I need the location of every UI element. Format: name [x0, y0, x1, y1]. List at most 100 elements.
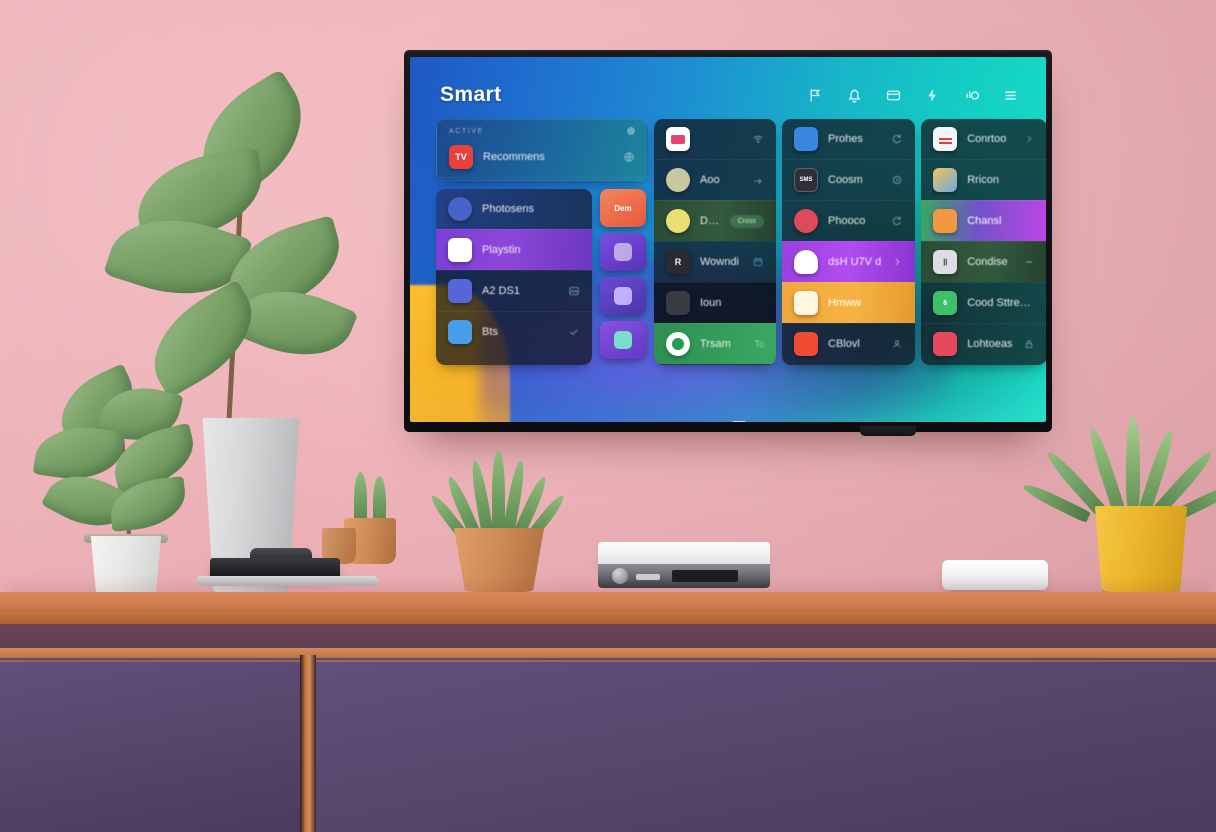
room-scene: Smart ACTIVE TV Recommens Photosens Play… — [0, 0, 1216, 832]
list-item[interactable]: 6 Cood Sttreeho — [921, 282, 1046, 323]
tv-screen[interactable]: Smart ACTIVE TV Recommens Photosens Play… — [410, 57, 1046, 422]
list-item-label: Coosm — [828, 174, 863, 186]
refresh-icon — [891, 133, 903, 145]
list-item[interactable]: Ioun — [654, 282, 776, 323]
media-player-tray — [196, 576, 378, 586]
tile-column: Dem — [600, 189, 648, 365]
list-panel-b[interactable]: Aoo DPS Cross — [654, 119, 776, 365]
list-panel-d[interactable]: Conrtoo Rricon Chansl || Condise 6 Cood … — [921, 119, 1046, 365]
user-icon — [891, 338, 903, 350]
list-item[interactable]: A2 DS1 — [436, 270, 592, 311]
app-tile[interactable] — [600, 321, 646, 359]
secondary-panel[interactable]: Photosens Playstin A2 DS1 Bts — [436, 189, 592, 365]
app-icon — [794, 250, 818, 274]
list-item-label: DPS — [700, 215, 720, 227]
list-item[interactable]: || Condise — [921, 241, 1046, 282]
app-icon — [933, 168, 958, 192]
row-trailing — [891, 215, 903, 227]
status-badge: Cross — [729, 214, 764, 228]
brand-title: Smart — [440, 83, 502, 106]
cabinet-door-right[interactable] — [316, 660, 1216, 832]
signal-icon[interactable] — [962, 87, 981, 104]
list-item-label: CBlovl — [828, 338, 860, 350]
white-router[interactable] — [942, 560, 1048, 590]
chevron-right-icon — [1023, 133, 1035, 145]
menu-icon[interactable] — [1001, 87, 1020, 104]
app-tile[interactable] — [600, 277, 646, 315]
app-icon — [933, 209, 958, 233]
app-icon — [933, 127, 958, 151]
app-icon: R — [666, 250, 690, 274]
list-item[interactable]: Remote 27/06 — [437, 177, 647, 180]
chevron-right-icon — [891, 256, 903, 268]
dashboard-columns: ACTIVE TV Recommens Photosens Playstin A… — [410, 107, 1046, 365]
list-item-label: dsH U7V d — [828, 256, 882, 268]
list-item[interactable]: Aoo — [654, 159, 776, 200]
app-tile[interactable] — [600, 233, 646, 271]
list-item[interactable]: R Wowndi — [654, 241, 776, 282]
list-item[interactable]: Trsam To — [654, 323, 776, 364]
secondary-area: Photosens Playstin A2 DS1 Bts Dem — [436, 189, 648, 365]
column-primary: ACTIVE TV Recommens Photosens Playstin A… — [436, 119, 648, 365]
set-top-box-power-knob[interactable] — [612, 568, 628, 584]
list-item[interactable]: G Fby — [654, 364, 776, 365]
header-icon-group — [806, 87, 1020, 104]
row-trailing: To — [754, 339, 764, 349]
list-item[interactable]: Playstin — [436, 229, 592, 270]
set-top-box-usb-port — [636, 574, 660, 580]
list-item-label: Wowndi — [700, 256, 739, 268]
list-item[interactable]: dsH U7V d — [782, 241, 916, 282]
tile-glyph-icon — [614, 287, 632, 305]
smart-tv[interactable]: Smart ACTIVE TV Recommens Photosens Play… — [404, 50, 1052, 432]
cabinet-door-left[interactable] — [0, 660, 300, 832]
row-trailing — [568, 326, 580, 338]
app-icon: TV — [449, 145, 473, 169]
primary-panel[interactable]: ACTIVE TV Recommens — [436, 119, 648, 181]
list-item[interactable]: Rricon — [921, 159, 1046, 200]
primary-panel-title: ACTIVE — [449, 127, 484, 135]
arrow-icon — [752, 174, 764, 186]
lock-icon — [1023, 338, 1035, 350]
bolt-icon[interactable] — [923, 87, 942, 104]
row-trailing — [1023, 256, 1035, 268]
list-item[interactable]: Chansl — [921, 200, 1046, 241]
app-icon: 6 — [933, 291, 958, 315]
white-pot — [90, 536, 162, 596]
flag-icon[interactable] — [806, 87, 825, 104]
app-tile[interactable]: Dem — [600, 189, 646, 227]
list-item[interactable]: SMS Coosm — [782, 159, 916, 200]
cabinet-divider — [300, 655, 316, 832]
list-item[interactable] — [654, 119, 776, 159]
card-icon[interactable] — [884, 87, 903, 104]
screen-bottom-sheen — [410, 362, 1046, 422]
row-trailing — [568, 285, 580, 297]
notification-icon[interactable] — [845, 87, 864, 104]
list-item[interactable]: Photosens — [436, 189, 592, 229]
list-item[interactable]: Bts — [436, 311, 592, 352]
set-top-box-disc-slot — [672, 570, 738, 582]
list-item[interactable]: Prohes — [782, 119, 915, 159]
app-tile-label: Dem — [614, 203, 632, 213]
primary-panel-header: ACTIVE — [437, 120, 647, 137]
app-icon — [448, 320, 472, 344]
app-icon — [666, 127, 690, 151]
calendar-icon — [752, 256, 764, 268]
app-icon: || — [933, 250, 958, 274]
list-item[interactable]: TV Recommens — [437, 137, 647, 177]
list-item-label: Trsam — [700, 338, 731, 350]
list-item[interactable]: Conrtoo — [921, 119, 1046, 159]
list-item-label: Phooco — [828, 215, 866, 227]
list-item[interactable]: CBlovl — [782, 323, 916, 364]
list-item[interactable]: Lohtoeas — [921, 323, 1046, 364]
row-trailing — [752, 174, 764, 186]
app-icon-label: TV — [455, 152, 467, 162]
list-item[interactable]: Phooco — [782, 200, 916, 241]
list-panel-c[interactable]: Prohes SMS Coosm Phooco dsH U7V d Hmww C… — [782, 119, 916, 365]
list-item-label: Prohes — [828, 133, 863, 145]
list-item-label: Lohtoeas — [967, 338, 1013, 350]
list-item-label: Recommens — [483, 151, 545, 163]
list-item[interactable]: DPS Cross — [654, 200, 776, 241]
row-trailing — [891, 338, 903, 350]
list-item[interactable]: Hmww — [782, 282, 916, 323]
clock-icon — [891, 174, 903, 186]
